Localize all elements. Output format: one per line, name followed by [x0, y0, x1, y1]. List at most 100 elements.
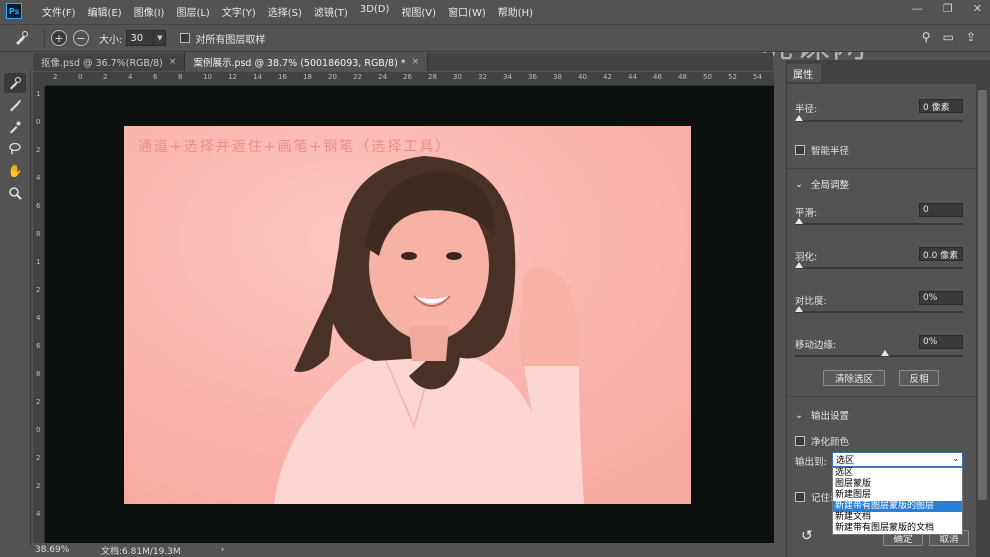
tab-close-icon[interactable]: × — [412, 57, 420, 67]
ruler-tick: 48 — [678, 73, 687, 81]
slider-thumb[interactable] — [795, 218, 803, 224]
brush-tool[interactable] — [4, 117, 26, 137]
menu-window[interactable]: 窗口(W) — [442, 4, 492, 19]
lasso-tool[interactable] — [4, 139, 26, 159]
status-menu-arrow[interactable]: › — [221, 545, 225, 555]
ruler-tick: 30 — [453, 73, 462, 81]
menu-view[interactable]: 视图(V) — [395, 4, 442, 19]
ruler-tick: 1 — [36, 258, 41, 266]
quick-selection-tool-preset[interactable] — [4, 27, 38, 49]
dropdown-option[interactable]: 新建文档 — [833, 512, 962, 523]
panel-scrollbar-thumb[interactable] — [978, 90, 987, 500]
size-dropdown-button[interactable]: ▼ — [154, 30, 167, 46]
decontaminate-option[interactable]: 净化颜色 — [795, 434, 849, 448]
ruler-tick: 4 — [36, 510, 41, 518]
hand-tool[interactable]: ✋ — [4, 161, 26, 181]
brush-icon — [10, 121, 21, 134]
share-icon[interactable]: ⇪ — [966, 30, 976, 44]
ruler-tick: 36 — [528, 73, 537, 81]
separator — [44, 29, 45, 47]
sample-all-layers-label: 对所有图层取样 — [195, 34, 266, 46]
smart-radius-option[interactable]: 智能半径 — [795, 143, 849, 157]
zoom-level[interactable]: 38.69% — [35, 545, 95, 555]
menu-layer[interactable]: 图层(L) — [170, 4, 215, 19]
quick-selection-tool[interactable] — [4, 73, 26, 93]
zoom-tool[interactable] — [4, 183, 26, 203]
smooth-input[interactable]: 0 — [919, 203, 963, 217]
radius-slider[interactable] — [795, 115, 963, 122]
slider-thumb[interactable] — [795, 306, 803, 312]
shift-edge-input[interactable]: 0% — [919, 335, 963, 349]
invert-button[interactable]: 反相 — [899, 370, 939, 386]
ruler-tick: 24 — [378, 73, 387, 81]
ruler-tick: 2 — [36, 146, 41, 154]
menu-filter[interactable]: 滤镜(T) — [308, 4, 354, 19]
menu-edit[interactable]: 编辑(E) — [82, 4, 128, 19]
tab-close-icon[interactable]: × — [169, 57, 177, 67]
reset-icon[interactable]: ↺ — [801, 528, 813, 544]
output-to-dropdown: 选区 图层蒙版 新建图层 新建带有图层蒙版的图层 新建文档 新建带有图层蒙版的文… — [832, 467, 963, 535]
document-image[interactable]: 通道+选择并遮住+画笔+钢笔（选择工具） — [124, 126, 691, 504]
menu-help[interactable]: 帮助(H) — [492, 4, 539, 19]
toolbox: ✋ — [0, 71, 31, 545]
menu-3d[interactable]: 3D(D) — [354, 4, 396, 19]
output-to-select[interactable]: 选区 ⌄ — [832, 452, 963, 467]
ruler-tick: 8 — [36, 370, 41, 378]
contrast-slider[interactable] — [795, 306, 963, 313]
dropdown-option[interactable]: 新建图层 — [833, 490, 962, 501]
decontaminate-checkbox[interactable] — [795, 436, 805, 446]
shift-edge-slider[interactable] — [795, 350, 963, 357]
dropdown-option[interactable]: 选区 — [833, 468, 962, 479]
sample-all-layers-checkbox[interactable] — [180, 33, 191, 43]
properties-tab[interactable]: 属性 — [787, 64, 821, 82]
add-to-selection-button[interactable]: + — [51, 30, 67, 46]
sample-all-layers-option[interactable]: 对所有图层取样 — [180, 31, 265, 46]
menu-items: 文件(F) 编辑(E) 图像(I) 图层(L) 文字(Y) 选择(S) 滤镜(T… — [36, 4, 539, 19]
dropdown-option[interactable]: 新建带有图层蒙版的文档 — [833, 523, 962, 534]
clear-selection-button[interactable]: 清除选区 — [823, 370, 885, 386]
smooth-slider[interactable] — [795, 218, 963, 225]
refine-edge-brush-tool[interactable] — [4, 95, 26, 115]
tab-label: 案例展示.psd @ 38.7% (500186093, RGB/8) * — [193, 58, 406, 69]
search-icon[interactable]: ⚲ — [922, 30, 931, 44]
size-input[interactable]: 30 — [126, 30, 155, 46]
output-settings-label: 输出设置 — [810, 411, 849, 422]
maximize-icon[interactable]: ❐ — [943, 2, 953, 15]
feather-input[interactable]: 0.0 像素 — [919, 247, 963, 261]
status-bar: 38.69% 文档:6.81M/19.3M › — [33, 543, 774, 557]
ruler-tick: 40 — [578, 73, 587, 81]
menu-type[interactable]: 文字(Y) — [216, 4, 262, 19]
ruler-tick: 34 — [503, 73, 512, 81]
canvas-area[interactable]: 通道+选择并遮住+画笔+钢笔（选择工具） — [45, 86, 774, 543]
smart-radius-checkbox[interactable] — [795, 145, 805, 155]
ruler-tick: 4 — [36, 174, 41, 182]
menu-file[interactable]: 文件(F) — [36, 4, 82, 19]
dropdown-option-highlighted[interactable]: 新建带有图层蒙版的图层 — [833, 501, 962, 512]
dropdown-option[interactable]: 图层蒙版 — [833, 479, 962, 490]
close-icon[interactable]: ✕ — [973, 2, 982, 15]
workspace-icon[interactable]: ▭ — [943, 30, 954, 44]
radius-input[interactable]: 0 像素 — [919, 99, 963, 113]
ruler-tick: 14 — [253, 73, 262, 81]
quick-selection-icon — [10, 77, 21, 90]
ruler-tick: 16 — [278, 73, 287, 81]
subtract-from-selection-button[interactable]: − — [73, 30, 89, 46]
minus-icon: − — [76, 31, 86, 45]
output-settings-header[interactable]: ⌄ 输出设置 — [795, 408, 849, 423]
ruler-tick: 54 — [753, 73, 762, 81]
tab-anli-zhanshi[interactable]: 案例展示.psd @ 38.7% (500186093, RGB/8) * × — [185, 53, 429, 71]
minimize-icon[interactable]: — — [912, 2, 923, 15]
contrast-input[interactable]: 0% — [919, 291, 963, 305]
global-refine-header[interactable]: ⌄ 全局调整 — [795, 177, 849, 192]
refine-brush-icon — [10, 99, 21, 112]
menu-image[interactable]: 图像(I) — [128, 4, 171, 19]
slider-thumb[interactable] — [795, 262, 803, 268]
tab-koxiang[interactable]: 抠像.psd @ 36.7%(RGB/8) × — [33, 53, 186, 71]
feather-slider[interactable] — [795, 262, 963, 269]
remember-settings-checkbox[interactable] — [795, 492, 805, 502]
menu-select[interactable]: 选择(S) — [262, 4, 308, 19]
slider-thumb[interactable] — [881, 350, 889, 356]
ruler-tick: 0 — [78, 73, 83, 81]
slider-thumb[interactable] — [795, 115, 803, 121]
options-bar: + − 大小: 30 ▼ 对所有图层取样 ⚲ ▭ ⇪ — [0, 24, 990, 52]
